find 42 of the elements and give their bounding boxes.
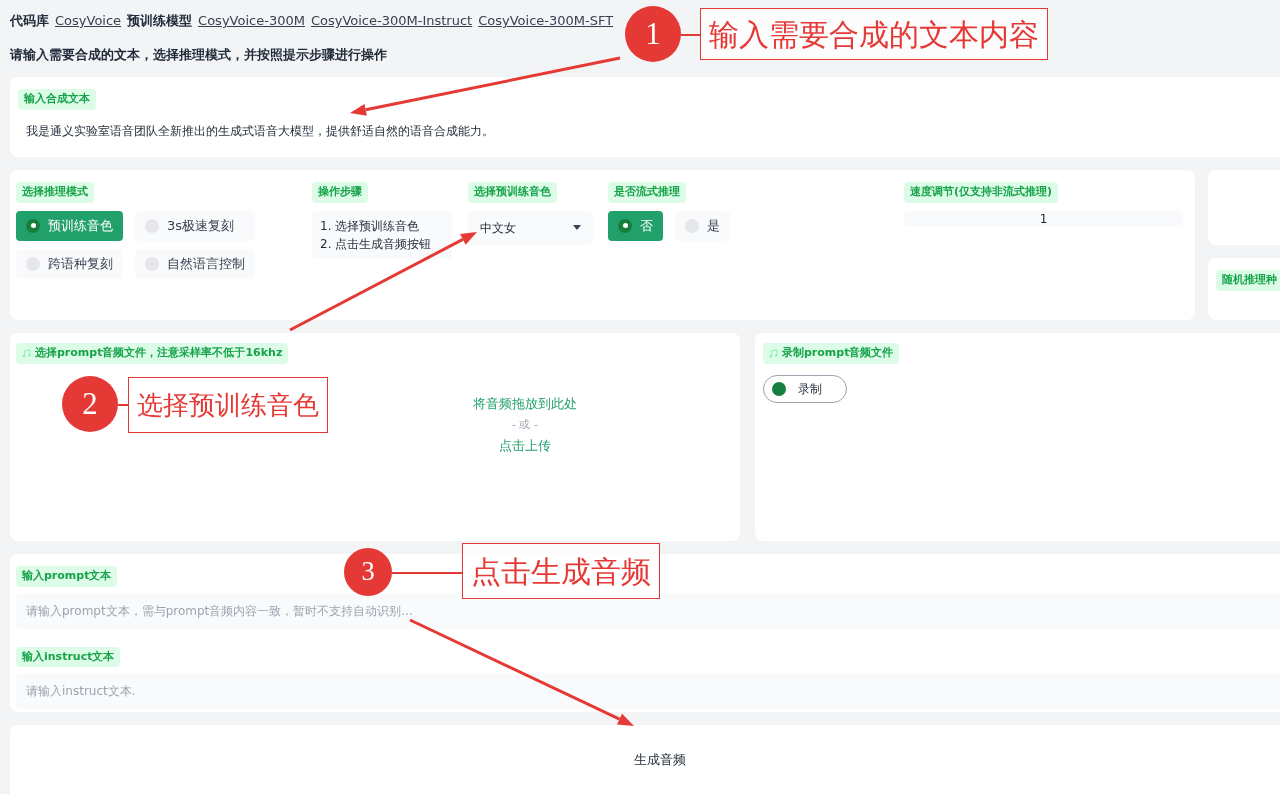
leader-line bbox=[118, 404, 128, 406]
number-badge: 1 bbox=[625, 6, 681, 62]
callout-box: 点击生成音频 bbox=[462, 543, 660, 599]
block-label: 操作步骤 bbox=[312, 182, 368, 203]
instruction-text: 请输入需要合成的文本，选择推理模式，并按照提示步骤进行操作 bbox=[10, 45, 388, 64]
prompt-text-field[interactable]: 请输入prompt文本，需与prompt音频内容一致，暂时不支持自动识别... bbox=[16, 592, 1280, 629]
leader-line bbox=[392, 572, 462, 574]
voice-dropdown[interactable]: 中文女 bbox=[468, 210, 593, 245]
block-label: 选择预训练音色 bbox=[468, 182, 557, 203]
drop-hint: 将音频拖放到此处 bbox=[473, 395, 577, 413]
or-text: - 或 - bbox=[512, 417, 538, 433]
radio-option[interactable]: 自然语言控制 bbox=[135, 248, 255, 279]
block-label: 选择prompt音频文件，注意采样率不低于16khz bbox=[16, 343, 289, 364]
block-label: 选择推理模式 bbox=[16, 182, 94, 203]
block-label: 是否流式推理 bbox=[608, 182, 686, 203]
header-link[interactable]: CosyVoice-300M-SFT bbox=[478, 11, 614, 31]
leader-line bbox=[681, 34, 700, 36]
header-link[interactable]: CosyVoice-300M-Instruct bbox=[310, 11, 473, 31]
radio-option[interactable]: 是 bbox=[675, 210, 730, 241]
music-note-icon bbox=[769, 349, 778, 358]
block-label: 输入prompt文本 bbox=[16, 566, 118, 587]
caret-icon bbox=[573, 225, 581, 230]
block-label: 随机推理种 bbox=[1216, 270, 1280, 291]
generate-button[interactable]: 生成音频 bbox=[10, 725, 1280, 794]
callout-box: 选择预训练音色 bbox=[128, 377, 328, 433]
speed-field[interactable]: 1 bbox=[904, 210, 1183, 227]
steps-text: 1. 选择预训练音色 2. 点击生成音频按钮 bbox=[312, 210, 452, 259]
radio-option[interactable]: 跨语种复刻 bbox=[16, 248, 123, 279]
block-label: 输入instruct文本 bbox=[16, 646, 121, 667]
header-link[interactable]: CosyVoice bbox=[55, 11, 122, 31]
block-label: 输入合成文本 bbox=[18, 89, 96, 110]
music-note-icon bbox=[22, 349, 31, 358]
text-input-field[interactable]: 我是通义实验室语音团队全新推出的生成式语音大模型，提供舒适自然的语音合成能力。 bbox=[18, 117, 1280, 144]
radio-option[interactable]: 3s极速复刻 bbox=[135, 210, 255, 241]
header-link[interactable]: CosyVoice-300M bbox=[198, 11, 305, 31]
callout-box: 输入需要合成的文本内容 bbox=[700, 8, 1048, 60]
block-label: 录制prompt音频文件 bbox=[763, 343, 900, 364]
upload-link[interactable]: 点击上传 bbox=[499, 435, 551, 456]
header-label: 代码库 bbox=[10, 12, 49, 30]
instruct-text-field[interactable]: 请输入instruct文本. bbox=[16, 673, 1280, 709]
header-label: 预训练模型 bbox=[127, 12, 193, 30]
block-label: 速度调节(仅支持非流式推理) bbox=[904, 182, 1059, 203]
